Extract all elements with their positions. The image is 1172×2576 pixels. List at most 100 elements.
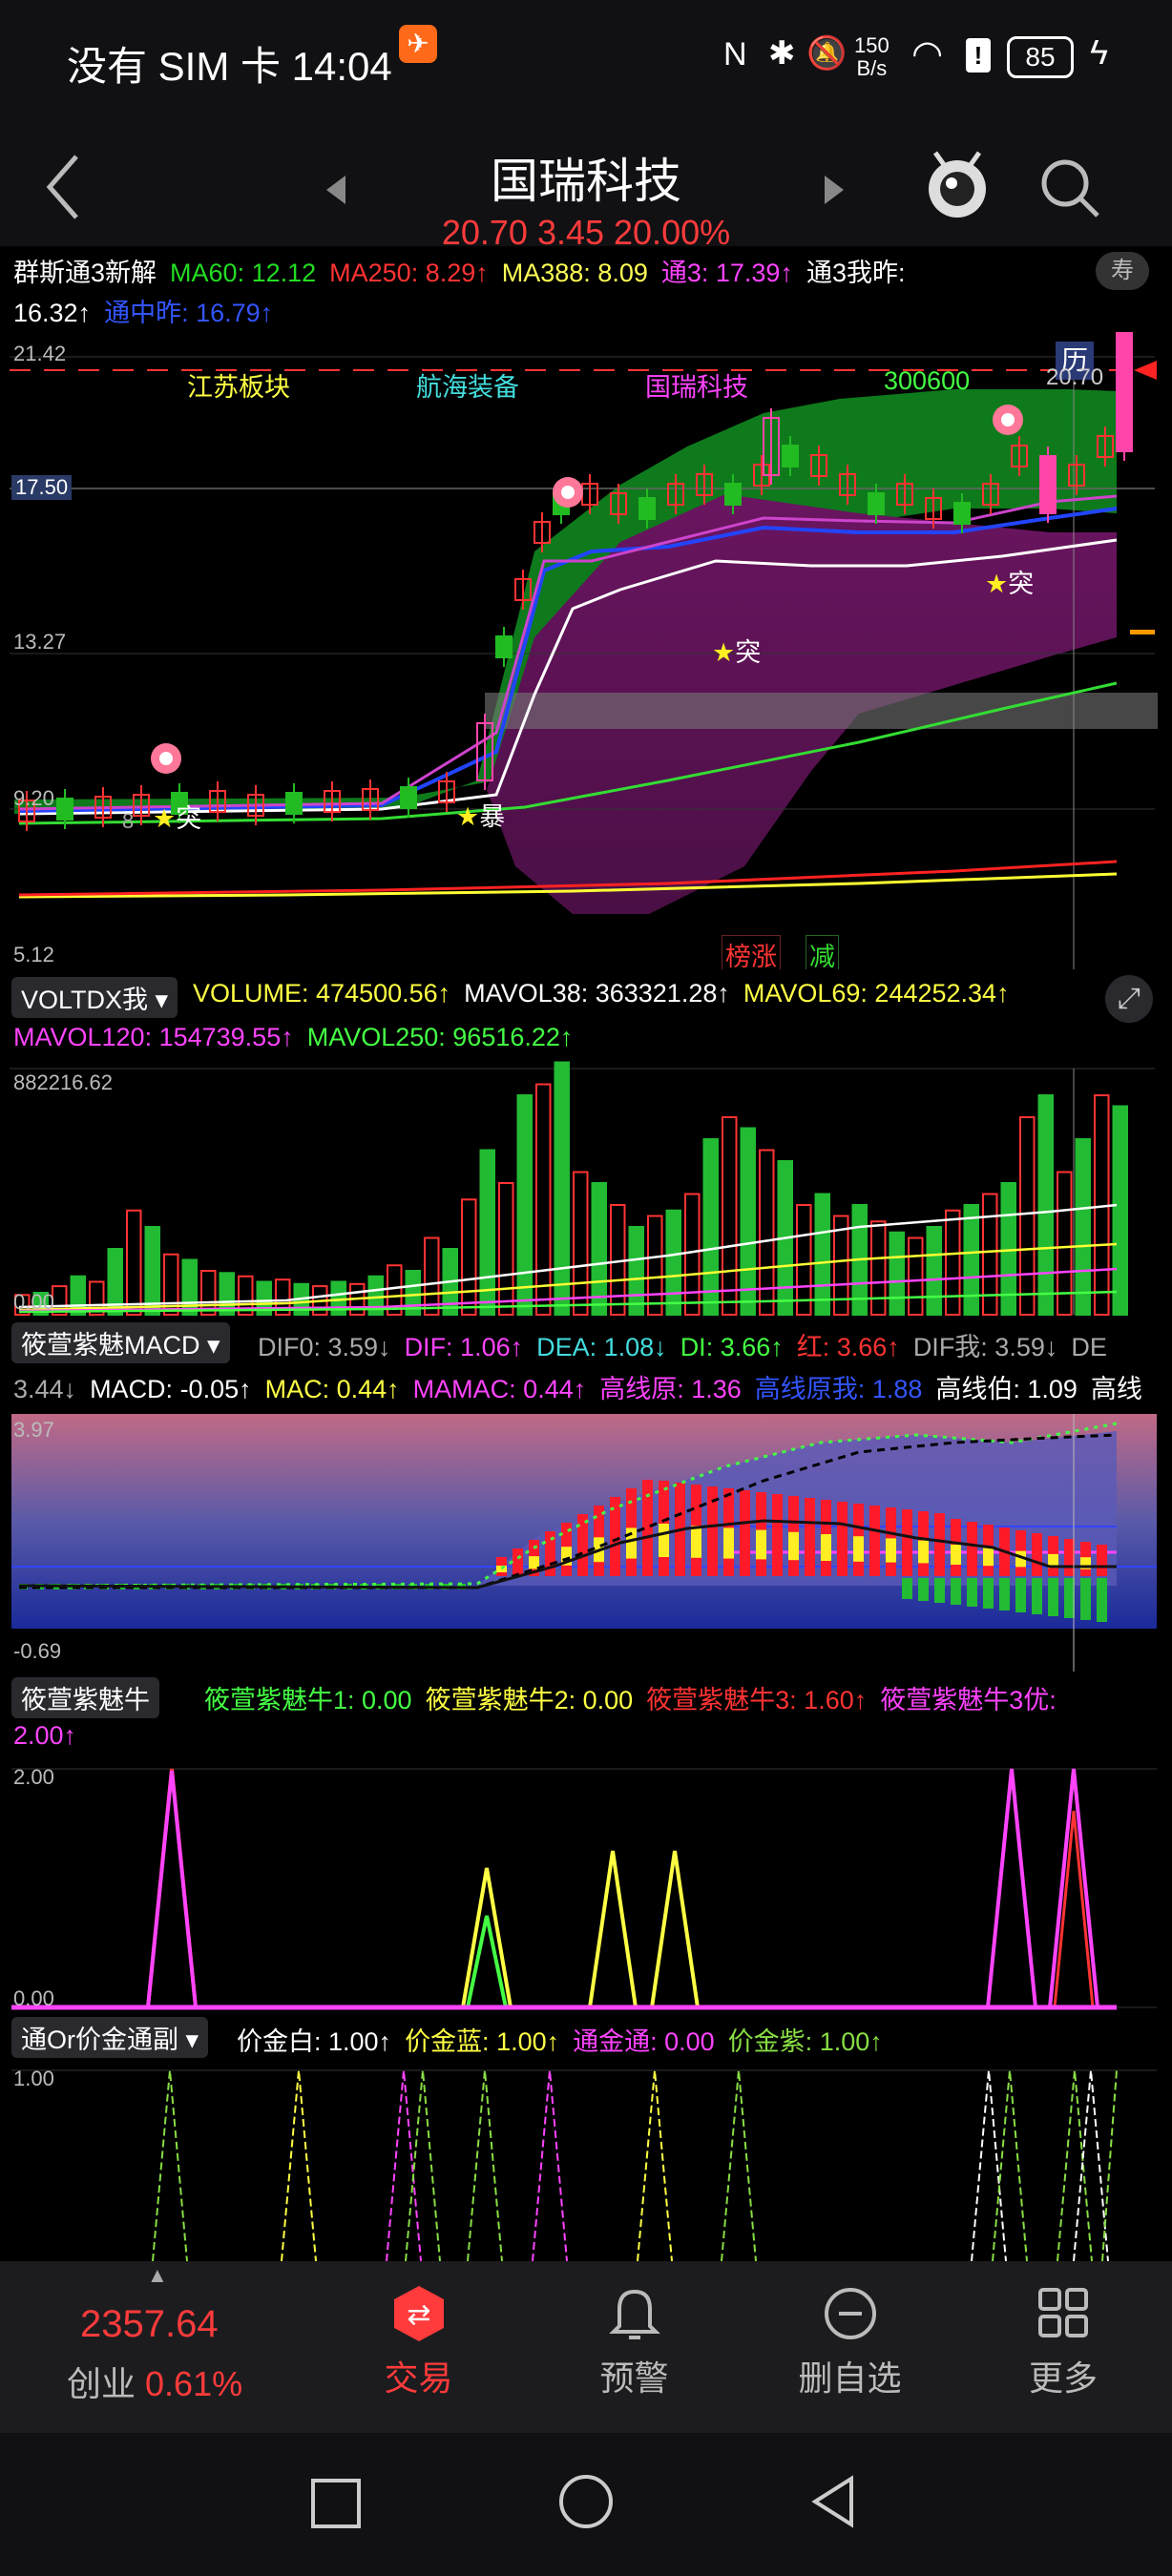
- macd-bar: [967, 1522, 977, 1576]
- volume-indicator-bar: VOLTDX我 ▾ VOLUME: 474500.56↑ MAVOL38: 363…: [0, 969, 1172, 1057]
- bull-chart[interactable]: 2.00 0.00: [0, 1763, 1172, 2011]
- volume-bar: [945, 1209, 961, 1316]
- macd-bar: [723, 1527, 734, 1559]
- macd-bar: [967, 1578, 977, 1607]
- tag-bangzhang[interactable]: 榜涨: [722, 935, 781, 974]
- macd-bar: [983, 1578, 994, 1609]
- volume-bar: [963, 1204, 979, 1316]
- index-value[interactable]: 2357.64: [80, 2303, 219, 2346]
- macd-bar: [869, 1506, 880, 1576]
- bluetooth-icon: ✱: [768, 35, 796, 72]
- macd-bar: [805, 1498, 815, 1576]
- index-info[interactable]: 创业 0.61%: [67, 2357, 242, 2406]
- volume-row1: VOLUME: 474500.56↑ MAVOL38: 363321.28↑ MAV…: [193, 979, 1023, 1008]
- indicator-value: 价金白: 1.00↑: [237, 2027, 392, 2056]
- volume-bar: [424, 1236, 440, 1316]
- recent-apps-icon[interactable]: [311, 2479, 361, 2528]
- indicator-value: 筱萱紫魅牛1: 0.00: [204, 1686, 412, 1714]
- macd-row2: 3.44↓ MACD: -0.05↑ MAC: 0.44↑ MAMAC: 0.44↑ 高…: [13, 1368, 1156, 1405]
- kline-indicator-row1[interactable]: 群斯通3新解 MA60: 12.12 MA250: 8.29↑ MA388: 8.09…: [13, 252, 918, 289]
- volume-bar: [628, 1226, 644, 1316]
- volume-bars: [14, 1061, 1128, 1317]
- volume-bar: [498, 1182, 514, 1316]
- signal-tu: ★突: [985, 570, 1035, 598]
- bull-selector[interactable]: 筱萱紫魅牛: [11, 1677, 159, 1718]
- bull2-line: [461, 1867, 513, 2008]
- last-price-label: 20.70: [1046, 364, 1104, 390]
- volume-bar: [870, 1220, 887, 1316]
- search-icon[interactable]: [1038, 156, 1101, 219]
- corner-badge[interactable]: 寿: [1096, 252, 1149, 290]
- gold-selector[interactable]: 通Or价金通副 ▾: [11, 2017, 209, 2058]
- macd-bar: [577, 1514, 588, 1576]
- tag-jian[interactable]: 减: [806, 935, 839, 974]
- indicator-value: DE: [1071, 1333, 1107, 1361]
- volume-bar: [889, 1231, 905, 1316]
- candle-body: [638, 497, 656, 520]
- tab-more[interactable]: 更多: [958, 2284, 1168, 2400]
- sector-label[interactable]: 国瑞科技: [645, 366, 748, 404]
- bull3you-line: [986, 1768, 1037, 2008]
- macd-bar: [740, 1490, 750, 1576]
- macd-bar: [1048, 1578, 1058, 1616]
- indicator-value: 高线: [1090, 1375, 1142, 1403]
- volume-bar: [647, 1215, 663, 1316]
- candle-body: [400, 786, 417, 809]
- volume-bar: [1037, 1094, 1054, 1316]
- macd-bar: [886, 1538, 896, 1563]
- macd-bar: [1080, 1578, 1091, 1620]
- gold-spike: [405, 2069, 441, 2261]
- indicator-value: 通3我昨:: [806, 259, 906, 287]
- gold-spike: [721, 2069, 757, 2261]
- sector-label[interactable]: 江苏板块: [187, 366, 290, 404]
- indicator-value: MAVOL38: 363321.28↑: [464, 979, 730, 1008]
- gold-chart[interactable]: 1.00: [0, 2065, 1172, 2261]
- indicator-value: VOLUME: 474500.56↑: [193, 979, 451, 1008]
- flower-marker-icon: [553, 477, 583, 508]
- candle-body: [1116, 332, 1133, 452]
- indicator-value: MACD: -0.05↑: [90, 1375, 252, 1403]
- macd-bar: [999, 1578, 1010, 1610]
- home-icon[interactable]: [559, 2475, 613, 2528]
- kline-y-label: 13.27: [13, 630, 67, 654]
- indicator-value: MA250: 8.29↑: [329, 259, 489, 287]
- volume-bar: [684, 1193, 701, 1316]
- volume-selector[interactable]: VOLTDX我 ▾: [11, 977, 178, 1018]
- candle-body: [56, 798, 73, 821]
- sector-label[interactable]: 航海装备: [416, 366, 519, 404]
- gold-y-top: 1.00: [13, 2067, 54, 2090]
- macd-bar: [1097, 1578, 1107, 1622]
- indicator-value: DEA: 1.08↓: [536, 1333, 667, 1361]
- indicator-value: 通金通: 0.00: [573, 2027, 715, 2056]
- gold-spike: [1057, 2069, 1093, 2261]
- expand-icon[interactable]: ⤢: [1105, 975, 1153, 1023]
- kline-chart[interactable]: 21.42 17.50 13.27 9.20 5.12 江苏板块 航海装备 国瑞…: [0, 332, 1172, 974]
- small-value: 8: [122, 809, 135, 833]
- indicator-value: MAC: 0.44↑: [264, 1375, 400, 1403]
- macd-bar: [756, 1529, 766, 1560]
- tab-trade[interactable]: ⇄ 交易: [311, 2284, 526, 2400]
- macd-bar: [918, 1578, 929, 1601]
- tab-alert[interactable]: 预警: [527, 2284, 742, 2400]
- system-nav-bar: [0, 2433, 1172, 2576]
- macd-bar: [837, 1502, 848, 1576]
- macd-bar: [659, 1524, 669, 1557]
- back-nav-icon[interactable]: [809, 2475, 857, 2528]
- macd-selector[interactable]: 筱萱紫魅MACD ▾: [11, 1322, 230, 1363]
- flower-marker-icon: [993, 405, 1023, 435]
- sector-label[interactable]: 300600: [884, 366, 970, 396]
- next-stock-icon[interactable]: [823, 174, 846, 206]
- bull-indicator-bar: 筱萱紫魅牛 筱萱紫魅牛1: 0.00 筱萱紫魅牛2: 0.00 筱萱紫魅牛3: 1.…: [0, 1672, 1172, 1763]
- volume-chart[interactable]: 882216.62 0.00: [0, 1057, 1172, 1319]
- bull3you-line: [146, 1770, 198, 2008]
- indicator-value: MAMAC: 0.44↑: [412, 1375, 587, 1403]
- price-tick-marker: [1130, 630, 1155, 634]
- volume-bar: [814, 1193, 830, 1316]
- macd-chart[interactable]: 3.97 -0.69: [0, 1414, 1172, 1672]
- volume-bar: [1075, 1138, 1091, 1316]
- mascot-icon[interactable]: [922, 147, 993, 223]
- gold-spike: [281, 2069, 317, 2261]
- expand-up-icon[interactable]: ▲: [147, 2263, 168, 2288]
- tab-remove-watchlist[interactable]: 删自选: [743, 2284, 957, 2400]
- macd-bar: [983, 1548, 994, 1567]
